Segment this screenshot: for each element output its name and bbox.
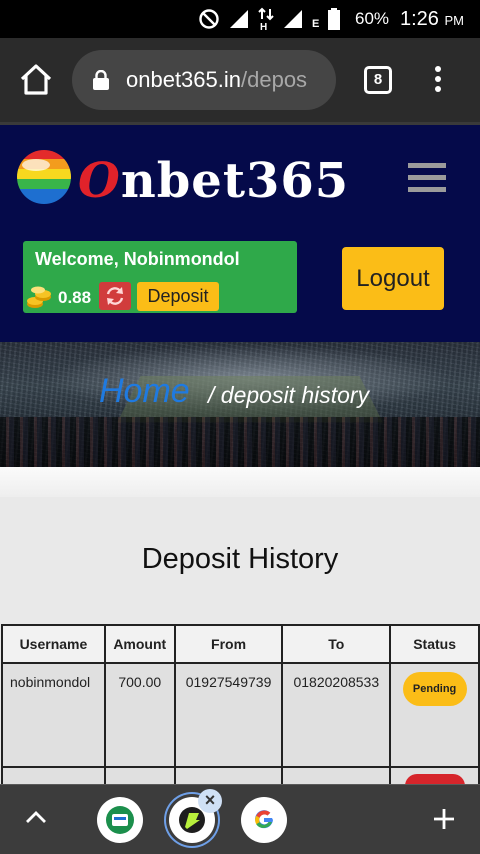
clock-ampm: PM	[444, 13, 465, 28]
tab-thumbnail-1[interactable]	[97, 797, 143, 843]
close-tab-icon[interactable]: ×	[198, 789, 222, 813]
google-favicon-icon	[255, 810, 273, 829]
logo-ball-icon	[17, 150, 71, 204]
url-text[interactable]: onbet365.in/depos	[126, 67, 307, 93]
new-tab-plus-icon[interactable]	[432, 807, 456, 831]
tab-thumbnail-3[interactable]	[241, 797, 287, 843]
home-icon[interactable]	[18, 62, 54, 98]
site-logo[interactable]: Onbet365	[78, 153, 349, 209]
coins-icon	[27, 286, 51, 308]
svg-text:H: H	[260, 22, 267, 31]
table-header-row: Username Amount From To Status	[1, 624, 480, 664]
signal-icon-2	[284, 10, 302, 28]
table-row: nobinmondol 700.00 01927549739 018202085…	[1, 662, 480, 768]
crowd-decoration	[0, 417, 480, 467]
battery-percent: 60%	[355, 9, 390, 28]
col-username-header: Username	[1, 624, 106, 664]
chevron-up-icon[interactable]	[24, 809, 48, 825]
col-status-header: Status	[389, 624, 480, 664]
deposit-button[interactable]: Deposit	[137, 282, 219, 311]
col-to-header: To	[281, 624, 392, 664]
deposit-history-table: Username Amount From To Status nobinmond…	[1, 624, 480, 808]
status-badge-pending: Pending	[402, 672, 467, 706]
app-favicon-icon	[106, 806, 134, 834]
balance-value: 0.88	[58, 288, 92, 307]
col-amount-header: Amount	[103, 624, 176, 664]
overflow-menu-icon[interactable]	[428, 66, 448, 94]
page-banner: Home / deposit history	[0, 342, 480, 467]
breadcrumb-home-link[interactable]: Home	[99, 372, 190, 411]
breadcrumb-current: / deposit history	[208, 382, 370, 408]
cell-to: 01820208533	[281, 662, 392, 768]
status-icons: H E	[198, 7, 341, 31]
cell-status: Pending	[389, 662, 480, 768]
col-from-header: From	[173, 624, 284, 664]
bottom-tab-strip: ×	[0, 784, 480, 854]
status-bar: H E 60% 1:26 PM	[0, 0, 480, 38]
signal-icon	[230, 10, 248, 28]
tab-switcher-button[interactable]: 8	[364, 66, 392, 94]
logout-button[interactable]: Logout	[342, 247, 444, 310]
divider-strip	[0, 467, 480, 497]
url-path: /depos	[241, 67, 308, 92]
browser-toolbar: onbet365.in/depos 8	[0, 38, 480, 122]
do-not-disturb-icon	[199, 9, 219, 29]
hamburger-menu-icon[interactable]	[408, 163, 446, 193]
page-title: Deposit History	[141, 543, 339, 575]
clock: 1:26 PM	[400, 8, 464, 31]
network-type-label: E	[312, 18, 320, 30]
cell-username: nobinmondol	[1, 662, 106, 768]
refresh-balance-button[interactable]	[99, 282, 131, 310]
cell-from: 01927549739	[173, 662, 284, 768]
welcome-text: Welcome, Nobinmondol	[35, 249, 240, 269]
site-header: Onbet365 Welcome, Nobinmondol 0.88 Depos…	[0, 122, 480, 342]
user-panel: Welcome, Nobinmondol 0.88 Deposit	[23, 241, 297, 313]
battery-icon	[328, 8, 341, 30]
logo-letter: O	[78, 153, 121, 209]
clock-time: 1:26	[400, 8, 439, 30]
refresh-icon	[106, 287, 124, 305]
cell-amount: 700.00	[103, 662, 176, 768]
data-transfer-icon: H	[258, 7, 274, 31]
logo-word: nbet365	[120, 153, 350, 209]
url-domain: onbet365.in	[126, 67, 241, 92]
lock-icon	[93, 70, 109, 90]
address-bar[interactable]: onbet365.in/depos	[72, 50, 336, 110]
